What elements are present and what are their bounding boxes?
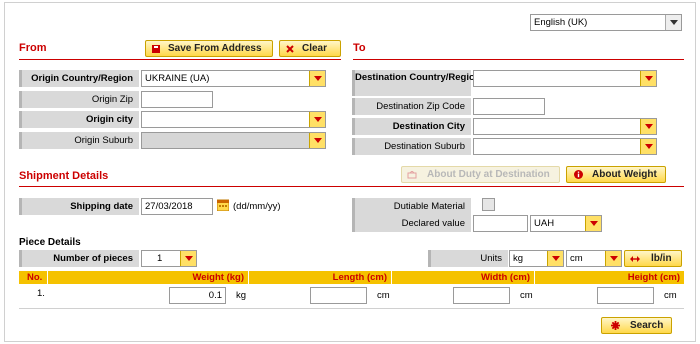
dutiable-checkbox[interactable] [482,198,495,211]
shipment-divider [19,186,684,187]
origin-suburb-label: Origin Suburb [19,132,139,149]
height-unit-text: cm [664,290,677,301]
save-from-address-label: Save From Address [168,43,262,54]
chevron-down-icon [605,251,621,266]
length-input[interactable] [310,287,367,304]
col-width-header: Width (cm) [392,271,535,284]
destination-country-label-text: Destination Country/Region [355,72,481,83]
number-of-pieces-value: 1 [157,253,163,264]
table-bottom-divider [19,308,684,309]
declared-value-label: Declared value [352,215,471,232]
duty-icon [407,171,417,179]
destination-city-label: Destination City [352,118,471,135]
chevron-down-icon [309,71,325,86]
about-duty-button[interactable]: About Duty at Destination [401,166,560,183]
destination-city-select[interactable] [473,118,657,135]
from-divider [19,59,341,60]
length-unit-select[interactable]: cm [566,250,622,267]
piece-details-title: Piece Details [19,237,81,248]
search-icon [611,321,620,330]
col-no-header: No. [19,271,48,284]
chevron-down-icon [640,139,656,154]
weight-unit-text: kg [236,290,247,301]
search-label: Search [630,320,664,331]
about-weight-label: About Weight [592,169,657,180]
destination-suburb-select[interactable] [473,138,657,155]
shipping-date-input[interactable]: 27/03/2018 [141,198,213,215]
clear-button[interactable]: Clear [279,40,341,57]
unit-toggle-label: lb/in [651,253,672,264]
origin-country-select[interactable]: UKRAINE (UA) [141,70,326,87]
info-icon [574,170,583,179]
destination-suburb-label: Destination Suburb [352,138,471,155]
length-unit-value: cm [570,253,583,264]
col-height-header: Height (cm) [535,271,684,284]
language-value: English (UK) [534,17,588,28]
units-label: Units [428,250,508,267]
declared-value-input[interactable] [473,215,528,232]
chevron-down-icon [585,216,601,231]
destination-zip-label: Destination Zip Code [352,98,471,115]
about-duty-label: About Duty at Destination [427,169,550,180]
destination-country-label: Destination Country/Region [352,70,481,96]
close-icon [286,45,294,53]
clear-label: Clear [302,43,328,54]
date-format-hint: (dd/mm/yy) [233,201,281,212]
chevron-down-icon [665,15,681,30]
origin-city-label: Origin city [19,111,139,128]
chevron-down-icon [309,112,325,127]
calendar-icon[interactable] [217,199,229,211]
from-title: From [19,42,47,54]
weight-input[interactable]: 0.1 [169,287,226,304]
shipment-details-title: Shipment Details [19,170,109,182]
chevron-down-icon [309,133,325,148]
chevron-down-icon [640,119,656,134]
currency-value: UAH [534,218,555,229]
destination-country-select[interactable] [473,70,657,87]
width-input[interactable] [453,287,510,304]
length-unit-text: cm [377,290,390,301]
chevron-down-icon [640,71,656,86]
shipping-date-label: Shipping date [19,198,139,215]
col-length-header: Length (cm) [249,271,392,284]
origin-suburb-select[interactable] [141,132,326,149]
language-select[interactable]: English (UK) [530,14,682,31]
about-weight-button[interactable]: About Weight [566,166,666,183]
save-icon [152,45,160,53]
origin-country-value: UKRAINE (UA) [145,73,210,84]
currency-select[interactable]: UAH [530,215,602,232]
to-divider [353,59,684,60]
row-number: 1. [37,288,45,299]
chevron-down-icon [547,251,563,266]
unit-toggle-button[interactable]: lb/in [624,250,682,267]
number-of-pieces-label: Number of pieces [19,250,139,267]
height-input[interactable] [597,287,654,304]
swap-arrows-icon [630,256,640,262]
origin-zip-input[interactable] [141,91,213,108]
width-unit-text: cm [520,290,533,301]
search-button[interactable]: Search [601,317,672,334]
to-title: To [353,42,366,54]
weight-unit-select[interactable]: kg [509,250,564,267]
save-from-address-button[interactable]: Save From Address [145,40,273,57]
dutiable-label: Dutiable Material [352,198,471,215]
origin-zip-label: Origin Zip [19,91,139,108]
destination-zip-input[interactable] [473,98,545,115]
number-of-pieces-select[interactable]: 1 [141,250,197,267]
origin-country-label: Origin Country/Region [19,70,139,87]
origin-city-select[interactable] [141,111,326,128]
chevron-down-icon [180,251,196,266]
col-weight-header: Weight (kg) [48,271,249,284]
weight-unit-value: kg [513,253,524,264]
